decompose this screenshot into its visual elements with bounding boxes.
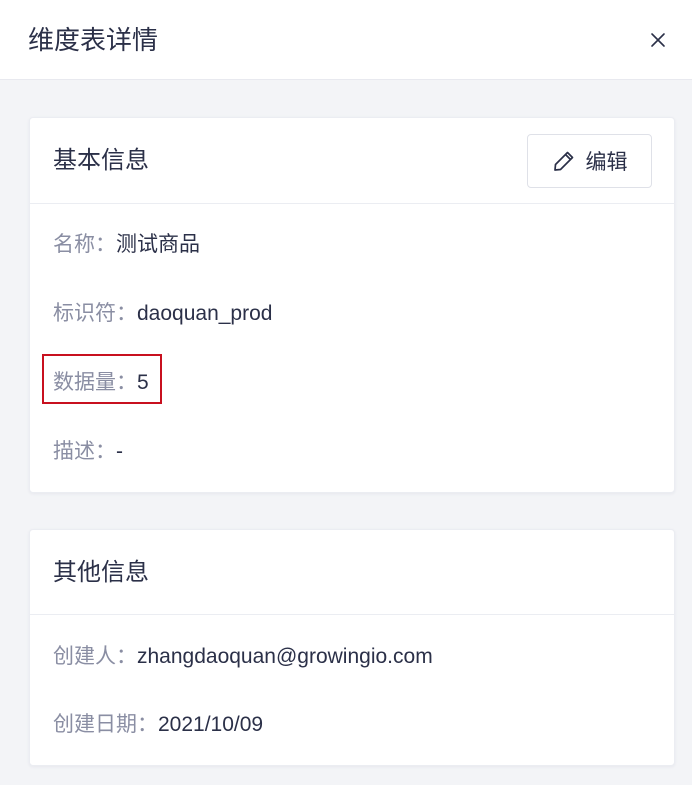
field-name-value: 测试商品 <box>116 233 200 256</box>
field-name: 名称：测试商品 <box>53 230 200 260</box>
field-creator-label: 创建人： <box>53 645 137 668</box>
field-created-date-value: 2021/10/09 <box>158 713 264 736</box>
field-created-date-label: 创建日期： <box>53 713 158 736</box>
basic-info-card: 基本信息 编辑 名称：测试商品 标识符：daoquan_prod 数据量：5 描… <box>29 117 675 493</box>
drawer-title: 维度表详情 <box>28 25 159 55</box>
close-button[interactable] <box>644 26 672 54</box>
field-identifier-label: 标识符： <box>53 302 137 325</box>
field-identifier-value: daoquan_prod <box>137 302 273 325</box>
field-description-label: 描述： <box>53 440 116 463</box>
field-data-count-label: 数据量： <box>53 371 137 394</box>
other-info-title: 其他信息 <box>53 559 149 586</box>
field-data-count: 数据量：5 <box>53 368 149 398</box>
field-description: 描述：- <box>53 437 123 467</box>
field-description-value: - <box>116 440 123 463</box>
field-creator: 创建人：zhangdaoquan@growingio.com <box>53 642 433 672</box>
pencil-icon <box>553 151 573 171</box>
basic-info-header: 基本信息 编辑 <box>30 118 674 204</box>
drawer-header: 维度表详情 <box>0 0 692 80</box>
close-icon <box>651 33 665 47</box>
edit-button[interactable]: 编辑 <box>527 134 652 188</box>
other-info-header: 其他信息 <box>30 530 674 615</box>
field-creator-value: zhangdaoquan@growingio.com <box>137 645 433 668</box>
field-created-date: 创建日期：2021/10/09 <box>53 710 263 740</box>
field-data-count-value: 5 <box>137 371 149 394</box>
other-info-card: 其他信息 创建人：zhangdaoquan@growingio.com 创建日期… <box>29 529 675 766</box>
field-identifier: 标识符：daoquan_prod <box>53 299 272 329</box>
field-name-label: 名称： <box>53 233 116 256</box>
edit-button-label: 编辑 <box>585 151 628 174</box>
basic-info-title: 基本信息 <box>53 147 149 174</box>
